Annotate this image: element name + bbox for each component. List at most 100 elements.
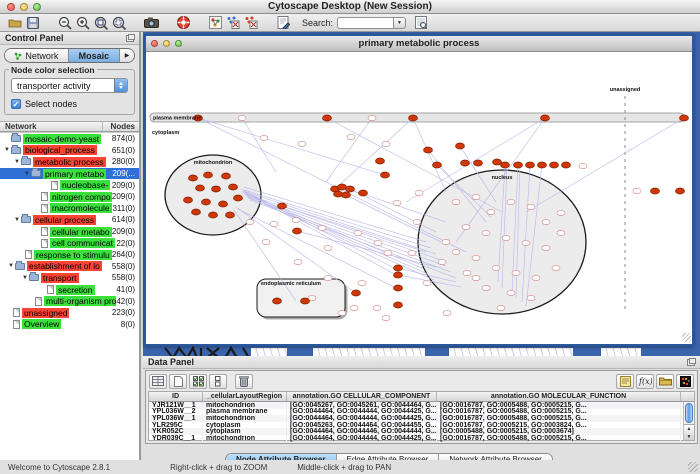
tree-row[interactable]: ▼biological_process651(0) — [0, 145, 139, 157]
tree-row[interactable]: unassigned223(0) — [0, 307, 139, 319]
tab-mosaic[interactable]: Mosaic — [69, 49, 120, 62]
network-view-title: primary metabolic process — [146, 38, 692, 49]
network-overview-button[interactable] — [206, 15, 224, 31]
disclosure-triangle-icon[interactable]: ▼ — [3, 147, 11, 153]
tree-row[interactable]: macromolecule311(0) — [0, 203, 139, 215]
table-column-header[interactable]: annotation.GO MOLECULAR_FUNCTION — [437, 392, 681, 401]
tree-node-count: 209(0) — [112, 192, 139, 201]
tree-row[interactable]: Overview8(0) — [0, 319, 139, 331]
float-panel-icon[interactable] — [126, 35, 134, 42]
table-column-header[interactable]: ID — [149, 392, 203, 401]
tree-row[interactable]: cellular metabo209(0) — [0, 226, 139, 238]
disclosure-triangle-icon[interactable]: ▼ — [23, 171, 31, 177]
tree-row[interactable]: ▼metabolic process280(0) — [0, 156, 139, 168]
tree-column-network[interactable]: Network — [0, 122, 103, 131]
tree-node-label: mosaic-demo-yeast — [23, 134, 101, 144]
save-session-button[interactable] — [24, 15, 42, 31]
tree-row[interactable]: secretion41(0) — [0, 284, 139, 296]
file-icon — [41, 204, 48, 213]
disclosure-triangle-icon[interactable]: ▼ — [7, 263, 15, 269]
attribute-search-button[interactable] — [412, 15, 430, 31]
select-nodes-checkbox[interactable]: ✓ — [11, 99, 21, 109]
tree-row[interactable]: nucleobase-209(0) — [0, 179, 139, 191]
file-icon — [13, 320, 20, 329]
formula-button[interactable]: f(x) — [636, 374, 654, 389]
network-canvas[interactable]: plasma membranecytoplasmmitochondrionnuc… — [146, 52, 692, 343]
layout-blue-button[interactable] — [224, 15, 242, 31]
snapshot-button[interactable] — [142, 15, 160, 31]
network-tree-body: mosaic-demo-yeast 874(0) ▼biological_proce… — [0, 132, 139, 473]
node-color-dropdown[interactable]: transporter activity — [11, 78, 128, 93]
node-color-selection-group: Node color selection transporter activit… — [4, 69, 135, 115]
open-session-button[interactable] — [6, 15, 24, 31]
delete-attribute-button[interactable] — [235, 374, 253, 389]
tree-node-count: 651(0) — [112, 146, 139, 155]
disclosure-triangle-icon[interactable]: ▼ — [13, 159, 21, 165]
tree-row[interactable]: nitrogen compo209(0) — [0, 191, 139, 203]
tree-row[interactable]: multi-organism pro42(0) — [0, 295, 139, 307]
annotation-icon — [277, 16, 290, 29]
table-row[interactable]: YDR039C__1mitochondrion[GO:0044464, GO:0… — [149, 435, 694, 442]
zoom-selected-icon — [112, 16, 126, 30]
tree-column-nodes[interactable]: Nodes — [103, 122, 139, 131]
scrollbar-thumb[interactable] — [685, 403, 693, 423]
import-attributes-button[interactable] — [656, 374, 674, 389]
tab-network-label: Network — [25, 51, 58, 61]
tree-row[interactable]: response to stimulu264(0) — [0, 249, 139, 261]
tab-network[interactable]: Network — [5, 49, 69, 62]
file-icon — [25, 250, 32, 259]
table-scrollbar[interactable]: ▲▼ — [683, 402, 694, 440]
help-button[interactable] — [174, 15, 192, 31]
zoom-out-button[interactable] — [56, 15, 74, 31]
frame-resize-grip[interactable] — [682, 333, 691, 342]
attribute-table-header[interactable]: ID_cellularLayoutRegionannotation.GO CEL… — [149, 392, 694, 402]
float-panel-icon[interactable] — [687, 359, 695, 366]
network-graph[interactable]: plasma membranecytoplasmmitochondrionnuc… — [146, 52, 692, 343]
disclosure-triangle-icon[interactable]: ▼ — [13, 217, 21, 223]
tree-row[interactable]: ▼primary metabo209(... — [0, 168, 139, 180]
tree-node-label: secretion — [56, 285, 95, 295]
network-desktop: primary metabolic process plasma membran… — [143, 32, 700, 460]
table-column-header[interactable]: annotation.GO CELLULAR_COMPONENT — [287, 392, 437, 401]
disclosure-triangle-icon[interactable]: ▼ — [21, 275, 29, 281]
node-color-dropdown-value: transporter activity — [12, 81, 114, 91]
window-resize-grip[interactable] — [688, 462, 698, 472]
zoom-fit-button[interactable] — [92, 15, 110, 31]
file-icon — [13, 308, 20, 317]
tree-node-count: 311(0) — [112, 204, 139, 213]
matrix-button[interactable] — [676, 374, 694, 389]
zoom-selected-button[interactable] — [110, 15, 128, 31]
save-icon — [27, 17, 39, 29]
tree-row[interactable]: ▼transport558(0) — [0, 272, 139, 284]
table-cell: mitochondrion — [203, 435, 287, 442]
select-attributes-button[interactable] — [189, 374, 207, 389]
notes-button[interactable] — [616, 374, 634, 389]
dropdown-stepper-icon — [114, 79, 127, 92]
new-attribute-button[interactable] — [169, 374, 187, 389]
search-dropdown-button[interactable]: ▼ — [393, 17, 406, 29]
file-icon — [51, 181, 58, 190]
table-cell: [GO:0016787, GO:0005488, GO:0005215, G..… — [437, 435, 681, 442]
tree-node-label: nitrogen compo — [50, 192, 112, 202]
help-icon — [177, 16, 190, 29]
scrollbar-arrows[interactable]: ▲▼ — [684, 424, 694, 440]
network-view-titlebar[interactable]: primary metabolic process — [146, 36, 692, 52]
tree-node-count: 874(0) — [112, 134, 139, 143]
tab-overflow-button[interactable]: ▶ — [120, 49, 134, 62]
table-column-header[interactable]: _cellularLayoutRegion — [203, 392, 287, 401]
control-panel-title: Control Panel — [5, 33, 126, 43]
search-input[interactable] — [337, 17, 393, 29]
zoom-in-button[interactable] — [74, 15, 92, 31]
unselect-attributes-button[interactable] — [209, 374, 227, 389]
network-tab-icon — [14, 52, 22, 60]
attribute-table-icon — [152, 376, 164, 386]
annotation-button[interactable] — [274, 15, 292, 31]
window-titlebar: Cytoscape Desktop (New Session) — [0, 0, 700, 14]
layout-red-button[interactable] — [242, 15, 260, 31]
file-icon — [47, 285, 54, 294]
attribute-table-button[interactable] — [149, 374, 167, 389]
tree-row[interactable]: cell communicat22(0) — [0, 237, 139, 249]
tree-row[interactable]: mosaic-demo-yeast 874(0) — [0, 133, 139, 145]
tree-row[interactable]: ▼cellular process614(0) — [0, 214, 139, 226]
tree-row[interactable]: ▼establishment of lo558(0) — [0, 261, 139, 273]
